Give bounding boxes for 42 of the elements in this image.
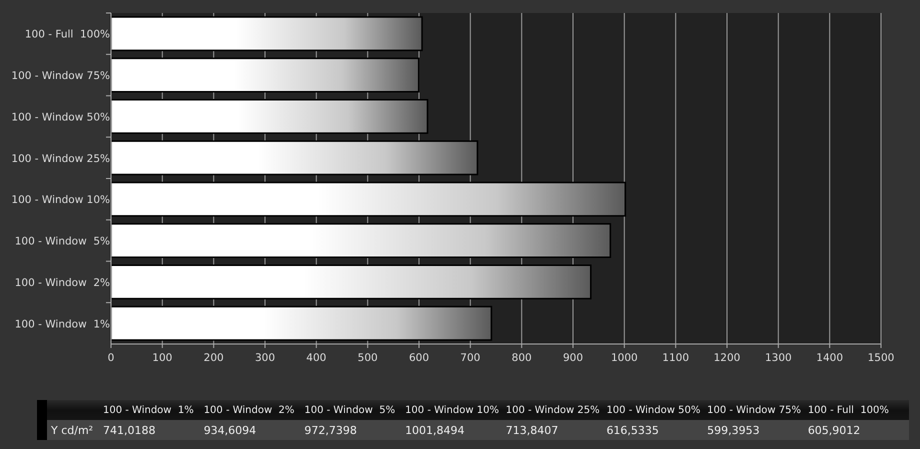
tick-label: 400 bbox=[306, 352, 326, 364]
column-header: 100 - Window 2% bbox=[204, 404, 296, 416]
category-label: 100 - Window 5% bbox=[14, 236, 110, 248]
tick-label: 200 bbox=[204, 352, 224, 364]
column-header: 100 - Window 50% bbox=[606, 404, 702, 416]
table-cell-text: 934,6094 bbox=[204, 424, 258, 436]
category-label: 100 - Window 2% bbox=[14, 276, 110, 289]
tick-label: 1100 bbox=[662, 352, 690, 364]
column-header: 100 - Window 25% bbox=[506, 404, 601, 416]
column-header: 100 - Window 5% bbox=[304, 404, 396, 416]
category-label: 100 - Window 10% bbox=[11, 194, 110, 206]
tick-label: 800 bbox=[512, 352, 532, 364]
category-label: 100 - Window 75% bbox=[11, 70, 110, 82]
table-cell-text: 599,3953 bbox=[707, 424, 761, 436]
tick-label: 1300 bbox=[764, 352, 792, 364]
tick-label: 600 bbox=[408, 352, 430, 364]
tick-label: 100 bbox=[152, 352, 172, 364]
column-header: 100 - Full 100% bbox=[808, 404, 890, 416]
table-cell-text: 741,0188 bbox=[103, 424, 156, 436]
tick-label: 1500 bbox=[868, 352, 894, 364]
row-header-strip bbox=[37, 400, 47, 440]
table-cell-text: 605,9012 bbox=[808, 424, 862, 436]
category-label: 100 - Window 25% bbox=[11, 152, 110, 165]
tick-label: 300 bbox=[254, 352, 276, 364]
table-cell-text: 616,5335 bbox=[606, 424, 660, 436]
category-label: 100 - Full 100% bbox=[24, 28, 110, 41]
category-label: 100 - Window 1% bbox=[14, 318, 110, 330]
category-label: 100 - Window 50% bbox=[11, 111, 110, 124]
table-cell-text: 713,8407 bbox=[506, 424, 560, 436]
tick-label: 1400 bbox=[816, 352, 844, 364]
column-header: 100 - Window 75% bbox=[707, 404, 802, 416]
tick-label: 0 bbox=[108, 352, 114, 364]
tick-label: 700 bbox=[460, 352, 480, 364]
column-header: 100 - Window 10% bbox=[405, 404, 500, 416]
column-header: 100 - Window 1% bbox=[103, 404, 195, 416]
table-cell-text: 972,7398 bbox=[304, 424, 358, 436]
row-label: Y cd/m² bbox=[50, 424, 94, 436]
tick-label: 1200 bbox=[714, 352, 740, 364]
tick-label: 500 bbox=[358, 352, 378, 364]
tick-label: 900 bbox=[562, 352, 584, 364]
tick-label: 1000 bbox=[610, 352, 638, 364]
table-cell-text: 1001,8494 bbox=[405, 424, 466, 436]
